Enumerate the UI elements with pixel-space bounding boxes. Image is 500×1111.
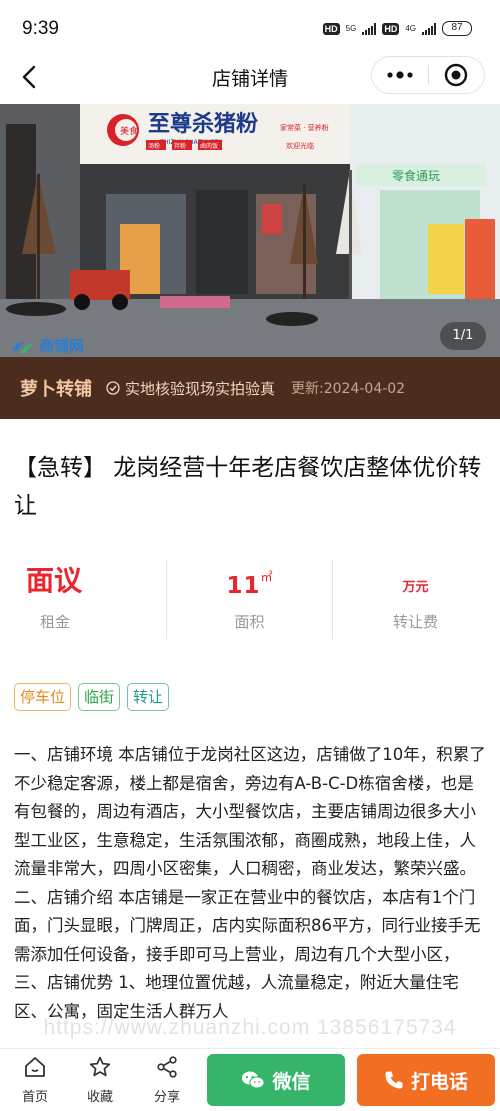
close-miniprogram-button[interactable] — [429, 57, 485, 93]
hd-badge-2: HD — [382, 22, 400, 35]
check-circle-icon — [106, 381, 120, 395]
phone-icon — [385, 1071, 403, 1089]
storefront-illustration: 美食 至尊杀猪粉 ZHIZUN SHAZHUPEN 汤粉 拌粉 卤肉饭 家常菜 … — [0, 104, 500, 357]
stat-transfer-fee: 万元 转让费 — [332, 559, 498, 639]
home-icon — [25, 1057, 45, 1077]
call-button-label: 打电话 — [410, 1070, 468, 1093]
tag-transfer: 转让 — [127, 683, 170, 711]
rent-value: 面议 — [26, 564, 83, 597]
tab-favorite[interactable]: 收藏 — [75, 1055, 125, 1105]
signal-icon — [362, 22, 377, 35]
watermark-text: 商铺网 — [39, 337, 85, 355]
verification-badge: 实地核验现场实拍验真 — [106, 378, 275, 399]
sign-tag-3: 卤肉饭 — [200, 142, 218, 150]
area-label: 面积 — [234, 613, 265, 631]
bottom-action-bar: 首页 收藏 分享 微信 打电话 — [0, 1049, 500, 1111]
verification-text: 实地核验现场实拍验真 — [125, 379, 276, 398]
listing-description: 一、店铺环境 本店铺位于龙岗社区这边，店铺做了10年，积累了不少稳定客源，楼上都… — [14, 745, 486, 1021]
feature-tags: 停车位 临街 转让 — [14, 683, 170, 711]
status-indicators: HD 5G HD 4G 87 — [322, 21, 472, 36]
listing-title: 【急转】 龙岗经营十年老店餐饮店整体优价转让 — [14, 455, 482, 519]
source-strip: 萝卜转铺 实地核验现场实拍验真 更新:2024-04-02 — [0, 357, 500, 419]
tab-share[interactable]: 分享 — [142, 1055, 192, 1105]
signal-icon-2 — [422, 22, 436, 35]
area-value: 11 — [226, 573, 261, 599]
nav-bar: 店铺详情 — [0, 50, 500, 104]
tab-home[interactable]: 首页 — [10, 1055, 60, 1105]
sign-tag-1: 汤粉 — [148, 142, 160, 150]
photo-counter: 1/1 — [440, 322, 486, 350]
tab-home-label: 首页 — [21, 1090, 48, 1105]
wechat-button-label: 微信 — [272, 1070, 311, 1093]
sign-side-text-2: 欢迎光临 — [286, 141, 314, 150]
sign-main-text: 至尊杀猪粉 — [148, 111, 258, 137]
target-circle-icon — [445, 63, 468, 87]
stat-area: 11 ㎡ 面积 — [166, 559, 332, 639]
battery-icon: 87 — [442, 21, 472, 36]
tab-share-label: 分享 — [153, 1090, 180, 1105]
more-dots-icon — [387, 71, 413, 79]
rent-label: 租金 — [40, 613, 71, 631]
tab-favorite-label: 收藏 — [86, 1090, 113, 1105]
fee-value: 万元 — [402, 580, 429, 595]
tag-street-facing: 临街 — [78, 683, 121, 711]
fee-label: 转让费 — [392, 613, 438, 631]
sign-side-text: 家常菜 · 营养粉 — [280, 123, 329, 132]
network-type-4g: 4G — [405, 23, 416, 33]
wechat-button[interactable]: 微信 — [207, 1054, 345, 1106]
wechat-icon — [242, 1071, 265, 1089]
call-button[interactable]: 打电话 — [357, 1054, 495, 1106]
update-date: 更新:2024-04-02 — [291, 381, 406, 397]
star-icon — [89, 1056, 111, 1077]
area-unit: ㎡ — [260, 570, 273, 584]
shop-network-logo-icon — [12, 341, 34, 353]
network-type-5g: 5G — [345, 23, 357, 33]
hd-badge: HD — [322, 22, 340, 35]
shop-photo[interactable]: 美食 至尊杀猪粉 ZHIZUN SHAZHUPEN 汤粉 拌粉 卤肉饭 家常菜 … — [0, 104, 500, 357]
status-time: 9:39 — [22, 18, 59, 39]
sign-logo-text: 美食 — [120, 125, 138, 137]
tag-parking: 停车位 — [14, 683, 72, 711]
sign-tag-2: 拌粉 — [174, 142, 186, 150]
right-shop-sign: 零食通玩 — [392, 168, 440, 183]
stat-rent: 面议 租金 — [0, 559, 166, 639]
mini-program-capsule — [371, 56, 485, 94]
photo-watermark: 商铺网 — [10, 335, 84, 356]
share-icon — [157, 1056, 177, 1078]
status-bar: 9:39 HD 5G HD 4G 87 — [0, 0, 500, 50]
source-brand: 萝卜转铺 — [20, 379, 92, 400]
stats-row: 面议 租金 11 ㎡ 面积 万元 转让费 — [0, 559, 500, 639]
more-button[interactable] — [372, 57, 428, 93]
listing-card: 【急转】 龙岗经营十年老店餐饮店整体优价转让 面议 租金 11 ㎡ 面积 万元 … — [0, 419, 500, 1059]
